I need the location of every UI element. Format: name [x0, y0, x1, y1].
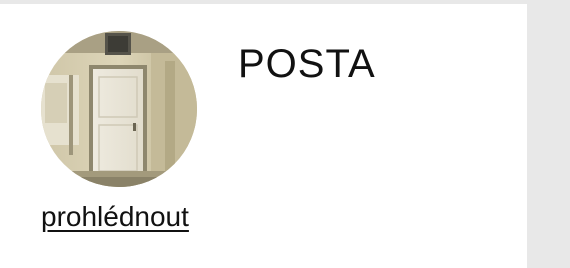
category-card: POSTA prohlédnout [0, 4, 527, 268]
category-thumbnail[interactable] [41, 31, 197, 187]
category-title: POSTA [238, 42, 376, 86]
view-link[interactable]: prohlédnout [41, 200, 189, 234]
door-photo-image [41, 31, 197, 187]
